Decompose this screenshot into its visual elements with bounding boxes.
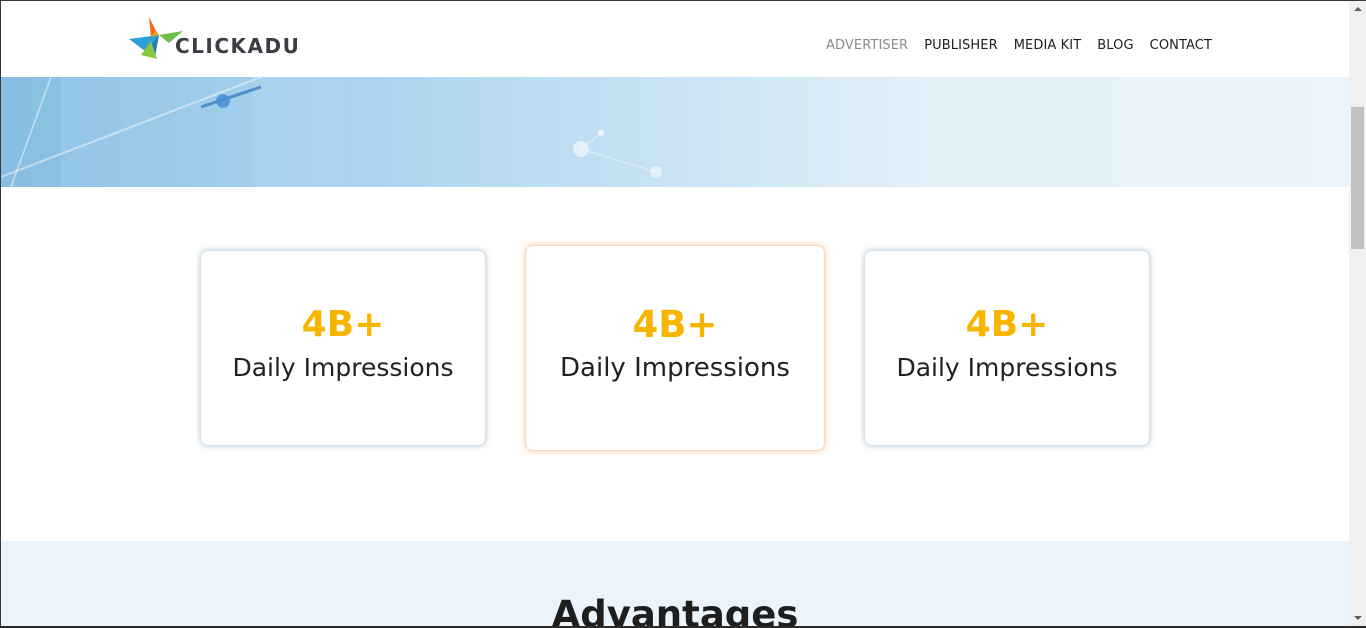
vertical-scrollbar[interactable] bbox=[1349, 0, 1366, 626]
nav-item-media-kit[interactable]: MEDIA KIT bbox=[1014, 38, 1082, 53]
stat-label: Daily Impressions bbox=[232, 352, 454, 382]
stat-value: 4B+ bbox=[632, 302, 718, 346]
advantages-heading: Advantages bbox=[551, 593, 799, 626]
stat-label: Daily Impressions bbox=[560, 352, 790, 383]
logo-wordmark: CLICKADU bbox=[175, 34, 301, 58]
hero-background-graphic bbox=[1, 77, 662, 187]
site-header: CLICKADU ADVERTISER PUBLISHER MEDIA KIT … bbox=[1, 1, 1349, 77]
stat-card-highlighted: 4B+ Daily Impressions bbox=[525, 245, 825, 451]
stats-section: 4B+ Daily Impressions 4B+ Daily Impressi… bbox=[1, 187, 1349, 541]
stat-card: 4B+ Daily Impressions bbox=[200, 250, 486, 446]
nav-item-publisher[interactable]: PUBLISHER bbox=[924, 38, 998, 53]
scroll-down-arrow-icon[interactable] bbox=[1349, 609, 1366, 626]
nav-item-contact[interactable]: CONTACT bbox=[1150, 38, 1212, 53]
stat-label: Daily Impressions bbox=[896, 352, 1118, 382]
hero-banner bbox=[1, 77, 1349, 187]
page-viewport: CLICKADU ADVERTISER PUBLISHER MEDIA KIT … bbox=[1, 1, 1349, 626]
stat-value: 4B+ bbox=[965, 303, 1049, 345]
window-border bbox=[0, 0, 1, 628]
advantages-section: Advantages bbox=[1, 541, 1349, 626]
scrollbar-thumb[interactable] bbox=[1351, 107, 1364, 249]
nav-item-blog[interactable]: BLOG bbox=[1097, 38, 1133, 53]
stat-value: 4B+ bbox=[301, 303, 385, 345]
stat-card: 4B+ Daily Impressions bbox=[864, 250, 1150, 446]
main-nav: ADVERTISER PUBLISHER MEDIA KIT BLOG CONT… bbox=[826, 38, 1212, 53]
scroll-up-arrow-icon[interactable] bbox=[1349, 0, 1366, 17]
nav-item-advertiser[interactable]: ADVERTISER bbox=[826, 38, 908, 53]
bird-logo-icon bbox=[129, 17, 185, 63]
clickadu-logo[interactable]: CLICKADU bbox=[129, 17, 300, 63]
